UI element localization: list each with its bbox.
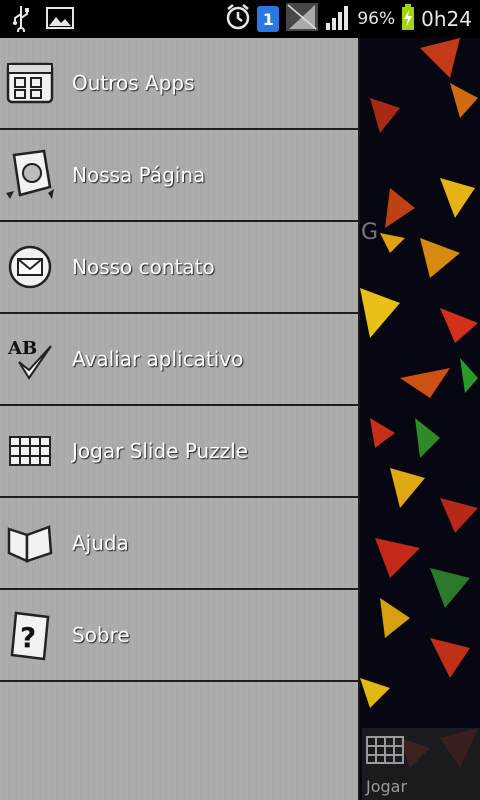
battery-percent: 96%: [357, 9, 396, 29]
menu-item-label: Ajuda: [72, 531, 129, 555]
menu-item-nosso-contato[interactable]: Nosso contato: [0, 222, 358, 314]
battery-charging-icon: [401, 3, 415, 35]
book-icon: [0, 498, 60, 588]
signal-icon: [325, 3, 351, 35]
svg-text:AB: AB: [7, 338, 37, 359]
menu-item-avaliar-aplicativo[interactable]: AB Avaliar aplicativo: [0, 314, 358, 406]
grid-icon: [366, 736, 404, 768]
menu-item-label: Avaliar aplicativo: [72, 347, 244, 371]
menu-item-nossa-pagina[interactable]: Nossa Página: [0, 130, 358, 222]
usb-icon: [10, 4, 32, 36]
play-label: Jogar: [366, 777, 408, 796]
question-icon: ?: [0, 590, 60, 680]
svg-text:?: ?: [20, 621, 36, 654]
menu-item-label: Jogar Slide Puzzle: [72, 439, 249, 463]
menu-item-sobre[interactable]: ? Sobre: [0, 590, 358, 682]
status-bar: 1 96% 0h24: [0, 0, 480, 38]
background-play-button[interactable]: Jogar: [362, 728, 480, 800]
no-signal-icon: [285, 2, 319, 36]
sim-icon: 1: [257, 6, 280, 32]
menu-item-label: Sobre: [72, 623, 130, 647]
apps-grid-icon: [0, 38, 60, 128]
globe-page-icon: [0, 130, 60, 220]
rate-ab-check-icon: AB: [0, 314, 60, 404]
menu-item-label: Nosso contato: [72, 255, 215, 279]
clock: 0h24: [421, 7, 472, 31]
menu-item-outros-apps[interactable]: Outros Apps: [0, 38, 358, 130]
menu-item-label: Nossa Página: [72, 163, 206, 187]
mail-icon: [0, 222, 60, 312]
menu-item-ajuda[interactable]: Ajuda: [0, 498, 358, 590]
menu-item-jogar-slide-puzzle[interactable]: Jogar Slide Puzzle: [0, 406, 358, 498]
image-icon: [46, 6, 74, 34]
navigation-drawer: Outros Apps Nossa Página Nosso contato A…: [0, 38, 360, 800]
alarm-icon: [225, 3, 251, 35]
menu-item-label: Outros Apps: [72, 71, 195, 95]
kites-pattern: [360, 38, 478, 768]
puzzle-grid-icon: [0, 406, 60, 496]
background-wallpaper: [360, 38, 480, 800]
background-partial-text: G: [361, 220, 379, 245]
